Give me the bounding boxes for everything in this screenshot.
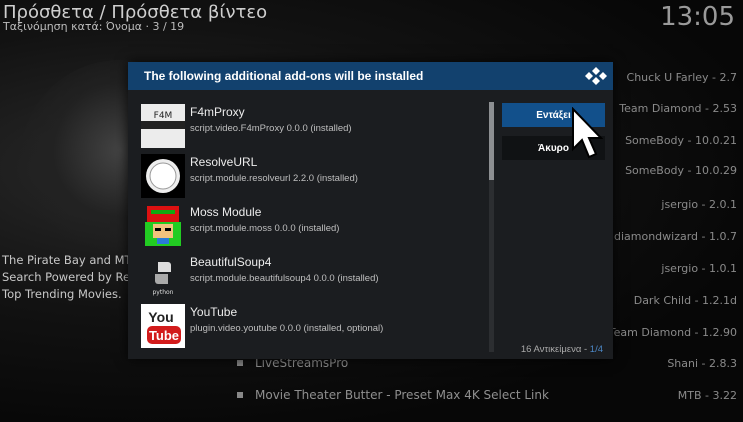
list-item-author: Shani - 2.8.3 <box>667 356 737 370</box>
list-scrollbar[interactable] <box>489 102 494 352</box>
mouse-pointer-icon <box>572 107 603 159</box>
addon-id: script.module.beautifulsoup4 0.0.0 (inst… <box>190 273 379 284</box>
list-item-addon[interactable]: F4M F4mProxy script.video.F4mProxy 0.0.0… <box>141 102 483 148</box>
list-item-addon[interactable]: Moss Module script.module.moss 0.0.0 (in… <box>141 202 483 248</box>
description-line: Top Trending Movies. <box>2 287 122 301</box>
resolveurl-thumbnail-icon <box>141 154 185 198</box>
dialog-title: The following additional add-ons will be… <box>144 69 424 83</box>
item-count: 16 Αντικείμενα - <box>520 344 590 355</box>
bullet-icon <box>237 392 243 398</box>
svg-text:python: python <box>153 289 174 296</box>
list-item-author[interactable]: diamondwizard - 1.0.7 <box>614 230 737 243</box>
list-item-addon[interactable]: ResolveURL script.module.resolveurl 2.2.… <box>141 152 483 198</box>
list-item-author[interactable]: jsergio - 2.0.1 <box>661 198 737 211</box>
svg-text:F4M: F4M <box>154 111 173 121</box>
python-thumbnail-icon: python <box>141 254 185 298</box>
dialog-header: The following additional add-ons will be… <box>128 62 613 90</box>
kodi-logo-icon <box>585 67 607 85</box>
addon-id: script.module.resolveurl 2.2.0 (installe… <box>190 173 358 184</box>
addon-name: F4mProxy <box>190 105 245 119</box>
description-line: The Pirate Bay and MT <box>2 253 132 267</box>
addon-description: The Pirate Bay and MT Search Powered by … <box>2 252 137 303</box>
list-item-author[interactable]: Team Diamond - 2.53 <box>619 102 737 115</box>
list-item-author[interactable]: Team Diamond - 1.2.90 <box>609 326 737 339</box>
addon-id: script.module.moss 0.0.0 (installed) <box>190 223 340 234</box>
list-item-author: MTB - 3.22 <box>677 388 737 402</box>
item-counter: 16 Αντικείμενα - 1/4 <box>521 344 603 355</box>
svg-text:Tube: Tube <box>149 328 179 343</box>
addon-id: plugin.video.youtube 0.0.0 (installed, o… <box>190 323 384 334</box>
svg-text:You: You <box>148 309 173 325</box>
list-item-author[interactable]: jsergio - 1.0.1 <box>661 262 737 275</box>
list-item-author[interactable]: SomeBody - 10.0.21 <box>625 134 737 147</box>
list-item-name: Movie Theater Butter - Preset Max 4K Sel… <box>255 388 549 402</box>
list-item[interactable]: Movie Theater Butter - Preset Max 4K Sel… <box>237 383 737 407</box>
list-item-author[interactable]: SomeBody - 10.0.29 <box>625 164 737 177</box>
addon-name: ResolveURL <box>190 155 258 169</box>
page-indicator: 1/4 <box>589 344 603 355</box>
addon-name: YouTube <box>190 305 238 319</box>
dependencies-dialog: The following additional add-ons will be… <box>128 62 613 359</box>
list-item-author[interactable]: Dark Child - 1.2.1d <box>634 294 737 307</box>
description-line: Search Powered by Rea <box>2 270 138 284</box>
list-item-addon[interactable]: python BeautifulSoup4 script.module.beau… <box>141 252 483 298</box>
addon-name: Moss Module <box>190 205 262 219</box>
sort-info: Ταξινόμηση κατά: Όνομα · 3 / 19 <box>3 20 185 33</box>
clock: 13:05 <box>660 2 735 32</box>
list-item-author[interactable]: Chuck U Farley - 2.7 <box>627 71 737 84</box>
scrollbar-thumb[interactable] <box>489 102 494 180</box>
youtube-thumbnail-icon: You Tube <box>141 304 185 348</box>
addon-id: script.video.F4mProxy 0.0.0 (installed) <box>190 123 352 134</box>
addon-name: BeautifulSoup4 <box>190 255 272 269</box>
f4mproxy-thumbnail-icon: F4M <box>141 104 185 148</box>
moss-thumbnail-icon <box>141 204 185 248</box>
bullet-icon <box>237 360 243 366</box>
list-item-addon[interactable]: You Tube YouTube plugin.video.youtube 0.… <box>141 302 483 348</box>
